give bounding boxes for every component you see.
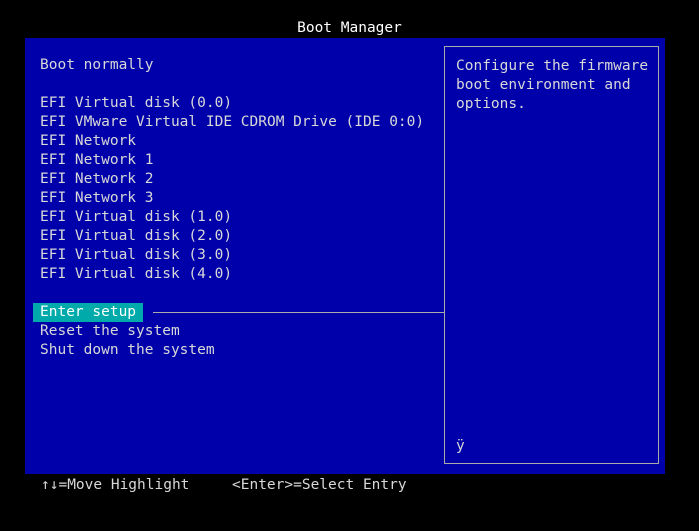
menu-item-efi-virtual-disk-0-0[interactable]: EFI Virtual disk (0.0) xyxy=(33,94,239,113)
menu-item-enter-setup[interactable]: Enter setup xyxy=(33,303,144,322)
window-title: Boot Manager xyxy=(297,20,402,36)
boot-manager-panel: Boot normally EFI Virtual disk (0.0) EFI… xyxy=(25,38,665,474)
menu-item-shut-down-system[interactable]: Shut down the system xyxy=(33,341,222,360)
footer-select-hint: <Enter>=Select Entry xyxy=(232,477,407,493)
menu-item-efi-virtual-disk-3-0[interactable]: EFI Virtual disk (3.0) xyxy=(33,246,239,265)
menu-item-efi-network[interactable]: EFI Network xyxy=(33,132,143,151)
menu-item-efi-network-1[interactable]: EFI Network 1 xyxy=(33,151,161,170)
menu-item-efi-network-3[interactable]: EFI Network 3 xyxy=(33,189,161,208)
menu-item-boot-normally[interactable]: Boot normally xyxy=(33,56,161,75)
menu-item-efi-virtual-disk-4-0[interactable]: EFI Virtual disk (4.0) xyxy=(33,265,239,284)
menu-item-efi-network-2[interactable]: EFI Network 2 xyxy=(33,170,161,189)
menu-item-reset-system[interactable]: Reset the system xyxy=(33,322,187,341)
menu-item-efi-virtual-disk-2-0[interactable]: EFI Virtual disk (2.0) xyxy=(33,227,239,246)
menu-separator xyxy=(153,312,445,313)
menu-item-efi-virtual-disk-1-0[interactable]: EFI Virtual disk (1.0) xyxy=(33,208,239,227)
help-panel: Configure the firmware boot environment … xyxy=(444,46,659,464)
boot-menu: Boot normally EFI Virtual disk (0.0) EFI… xyxy=(25,38,445,474)
help-description: Configure the firmware boot environment … xyxy=(456,58,657,112)
menu-item-efi-vmware-cdrom[interactable]: EFI VMware Virtual IDE CDROM Drive (IDE … xyxy=(33,113,431,132)
footer-move-hint: ↑↓=Move Highlight xyxy=(41,477,190,493)
help-scroll-glyph: ÿ xyxy=(456,438,465,454)
